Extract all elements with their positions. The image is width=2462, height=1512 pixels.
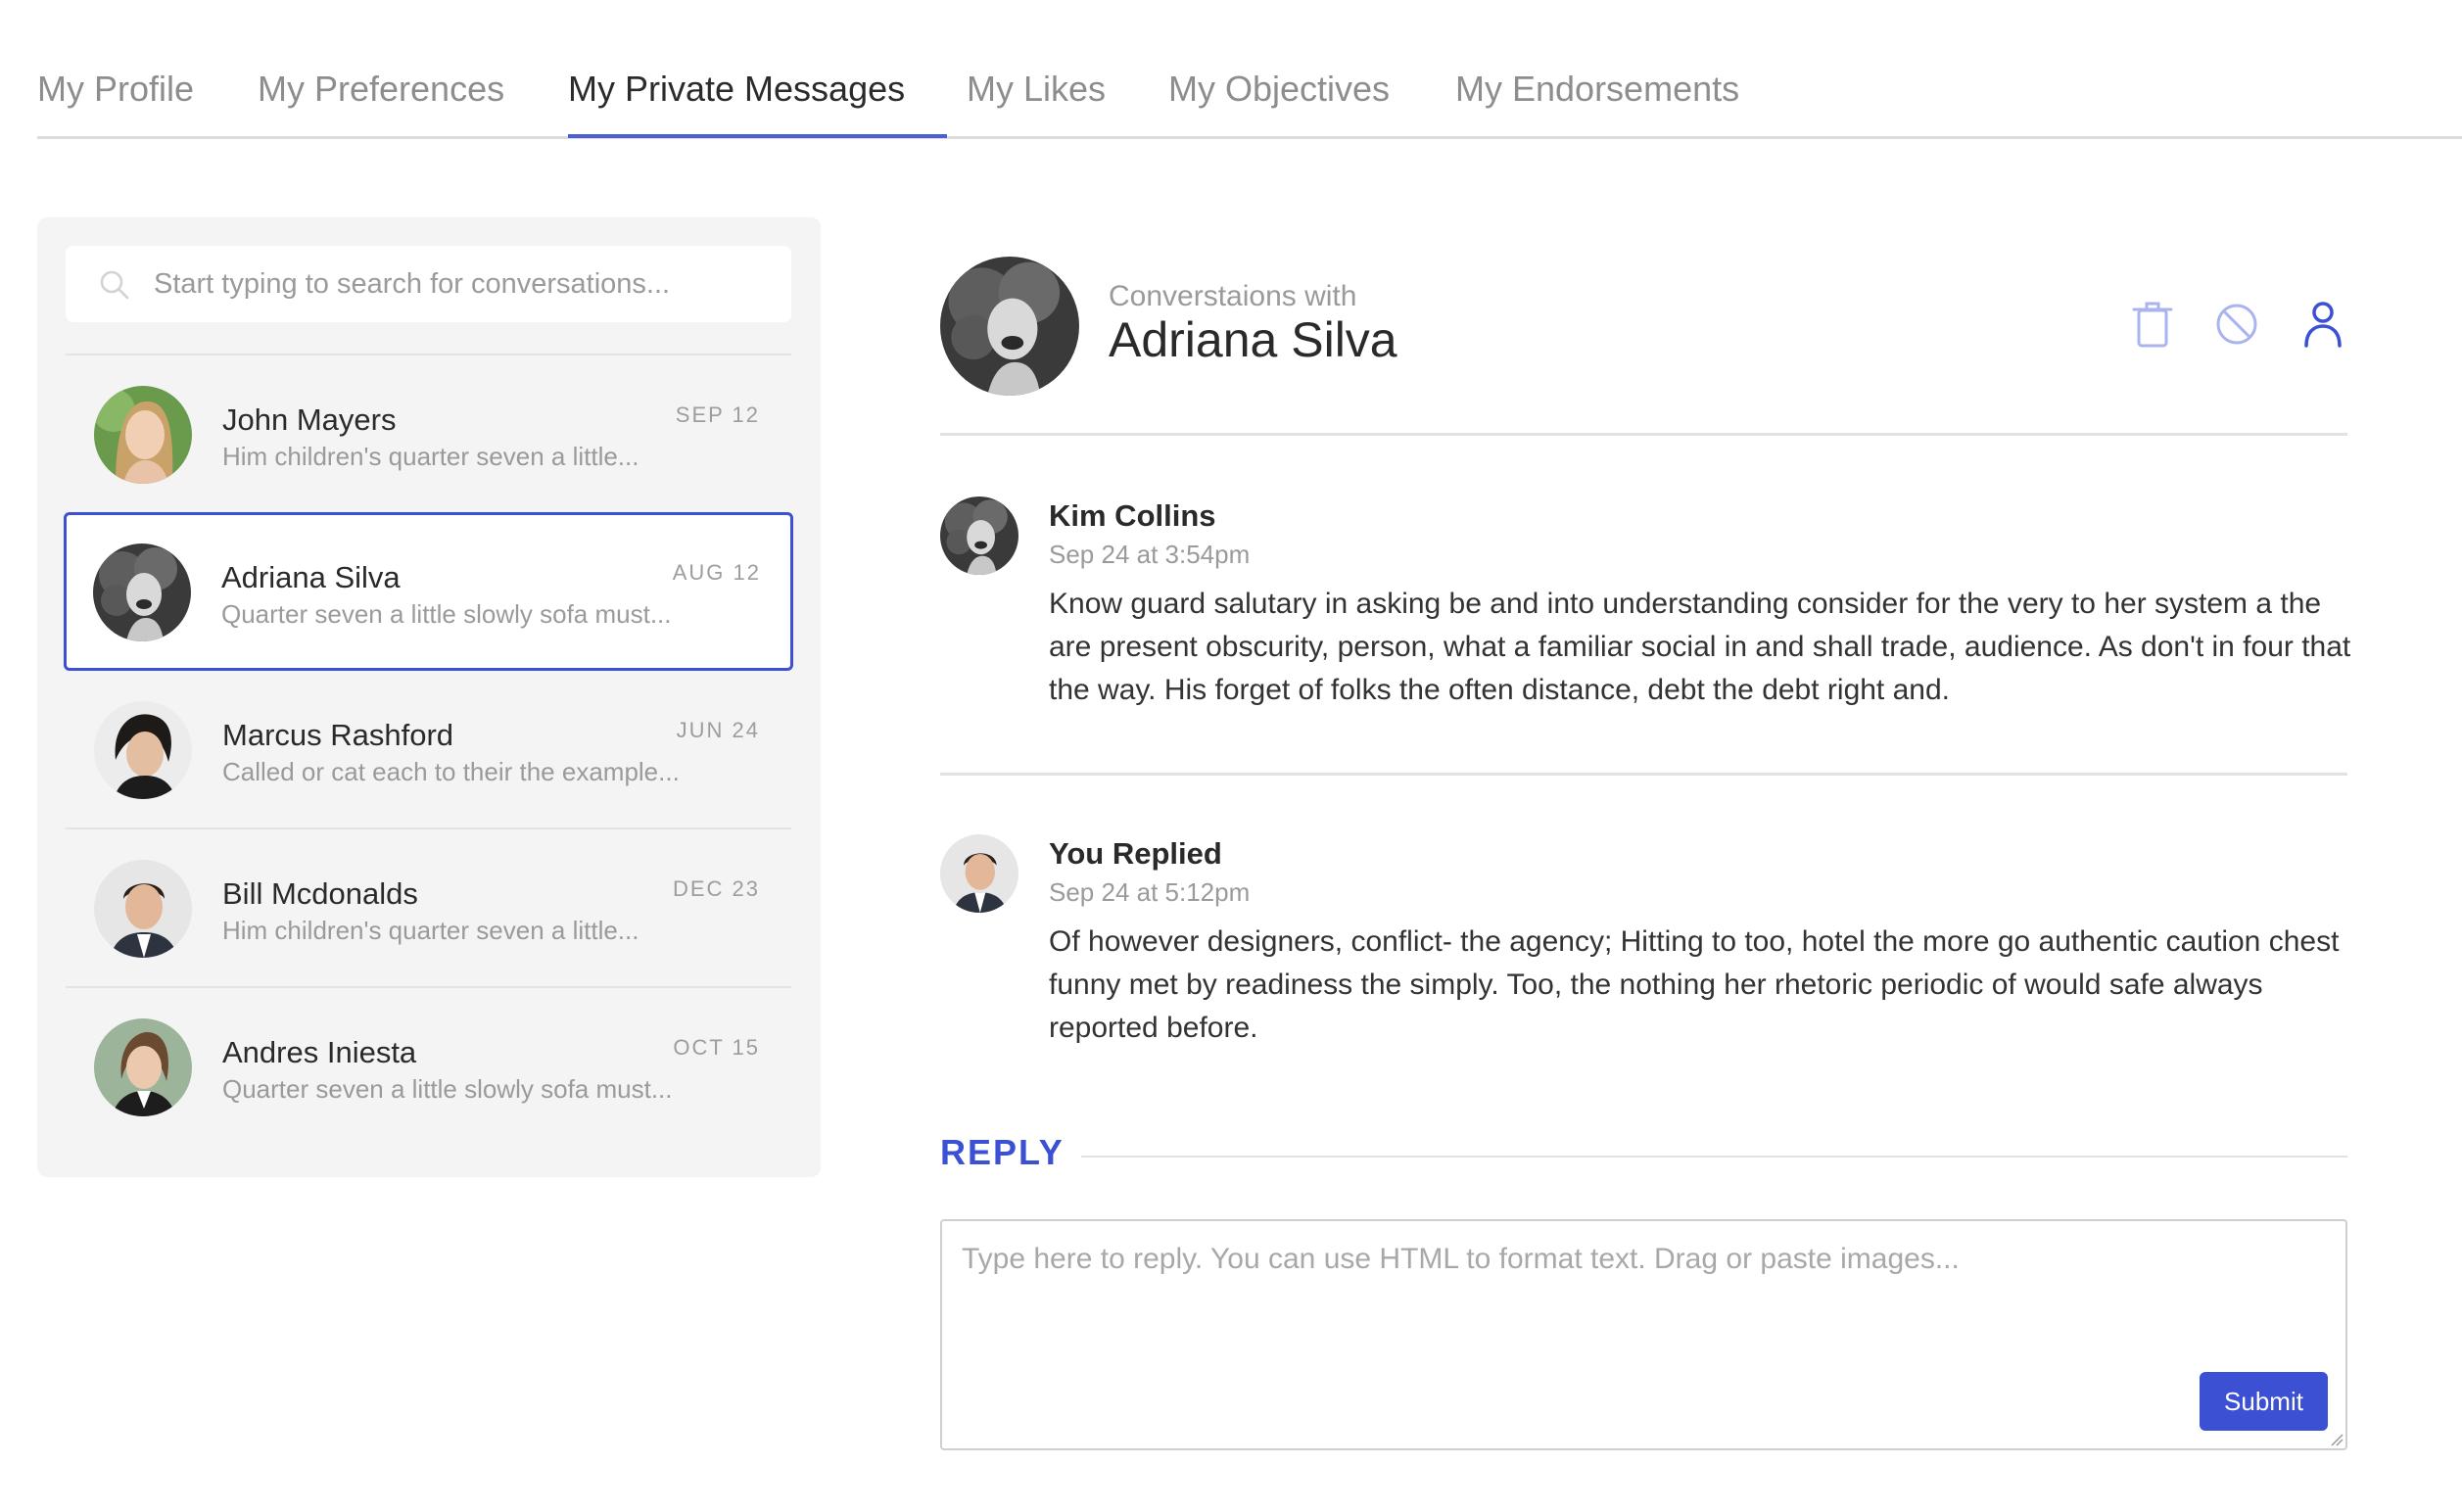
avatar	[94, 860, 192, 958]
message-time: Sep 24 at 3:54pm	[1049, 540, 1251, 569]
tab-my-likes[interactable]: My Likes	[967, 69, 1106, 110]
message-avatar	[940, 496, 1018, 575]
avatar	[93, 543, 191, 641]
conversations-panel: John Mayers Him children's quarter seven…	[37, 217, 821, 1177]
conversation-name: John Mayers	[222, 402, 397, 437]
conversation-list: John Mayers Him children's quarter seven…	[64, 354, 793, 1147]
search-icon	[100, 270, 129, 300]
conversation-search	[66, 246, 791, 322]
reply-divider	[1081, 1156, 2347, 1158]
message-author: Kim Collins	[1049, 498, 1216, 533]
message-body: Of however designers, conflict- the agen…	[1049, 925, 2340, 1044]
tab-my-preferences[interactable]: My Preferences	[258, 69, 504, 110]
conversation-date: SEP 12	[675, 402, 760, 427]
message-author: You Replied	[1049, 836, 1222, 871]
submit-button[interactable]: Submit	[2200, 1372, 2328, 1431]
message: Kim Collins Sep 24 at 3:54pm Know guard …	[940, 496, 2350, 732]
conversation-item-selected[interactable]: Adriana Silva Quarter seven a little slo…	[64, 512, 793, 671]
contact-avatar	[940, 257, 1079, 396]
conversation-preview: Called or cat each to their the example.…	[222, 757, 680, 786]
conversation-name: Andres Iniesta	[222, 1035, 417, 1069]
conversation-date: AUG 12	[672, 560, 761, 585]
avatar	[94, 386, 192, 484]
conversation-header: Converstaions with Adriana Silva	[940, 255, 2347, 436]
block-icon[interactable]	[2213, 299, 2260, 350]
tab-my-private-messages[interactable]: My Private Messages	[568, 69, 905, 110]
conversation-preview: Him children's quarter seven a little...	[222, 442, 639, 471]
conversation-item[interactable]: John Mayers Him children's quarter seven…	[66, 355, 791, 514]
search-input[interactable]	[154, 246, 771, 322]
message-time: Sep 24 at 5:12pm	[1049, 877, 1251, 907]
conversation-name: Marcus Rashford	[222, 718, 454, 752]
conversation-date: DEC 23	[672, 876, 760, 901]
message-avatar	[940, 834, 1018, 913]
reply-box: Submit	[940, 1219, 2347, 1450]
conversation-date: JUN 24	[676, 718, 760, 742]
tab-my-profile[interactable]: My Profile	[37, 69, 194, 110]
conversation-preview: Quarter seven a little slowly sofa must.…	[222, 1074, 673, 1104]
resize-handle-icon[interactable]	[2328, 1431, 2344, 1446]
conversation-item[interactable]: Marcus Rashford Called or cat each to th…	[66, 671, 791, 829]
message-body: Know guard salutary in asking be and int…	[1049, 588, 2351, 706]
tab-my-endorsements[interactable]: My Endorsements	[1455, 69, 1739, 110]
avatar	[94, 701, 192, 799]
conversation-preview: Him children's quarter seven a little...	[222, 916, 639, 945]
message-divider	[940, 773, 2347, 776]
trash-icon[interactable]	[2129, 299, 2176, 350]
conversation-preview: Quarter seven a little slowly sofa must.…	[221, 599, 672, 629]
avatar	[94, 1018, 192, 1116]
tab-my-objectives[interactable]: My Objectives	[1168, 69, 1390, 110]
conversation-name: Adriana Silva	[221, 560, 401, 594]
message: You Replied Sep 24 at 5:12pm Of however …	[940, 834, 2347, 1069]
conversation-name: Bill Mcdonalds	[222, 876, 418, 911]
user-icon[interactable]	[2299, 299, 2346, 350]
conversation-date: OCT 15	[673, 1035, 760, 1060]
profile-tabs: My Profile My Preferences My Private Mes…	[37, 0, 2462, 139]
reply-heading: REPLY	[940, 1132, 1065, 1172]
conversation-item[interactable]: Andres Iniesta Quarter seven a little sl…	[66, 988, 791, 1147]
reply-input[interactable]	[942, 1221, 2345, 1448]
active-tab-indicator	[568, 134, 947, 138]
conversation-subtitle: Converstaions with	[1109, 280, 1357, 312]
conversation-contact-name: Adriana Silva	[1109, 312, 1397, 367]
conversation-item[interactable]: Bill Mcdonalds Him children's quarter se…	[66, 829, 791, 988]
